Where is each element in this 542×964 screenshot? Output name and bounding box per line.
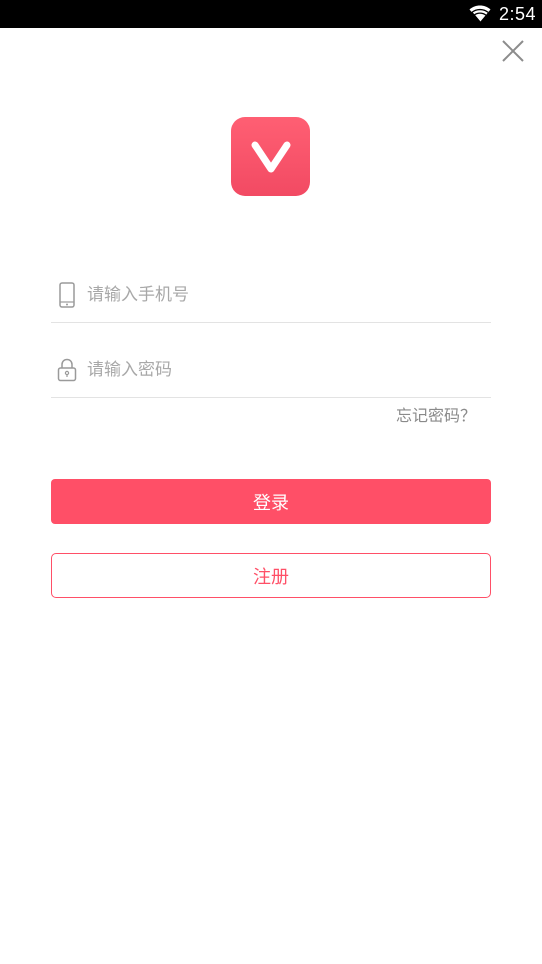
status-bar: 2:54 [0, 0, 542, 28]
forgot-password-link[interactable]: 忘记密码？ [396, 405, 476, 427]
login-button[interactable]: 登录 [51, 479, 491, 524]
logo-v-icon [251, 141, 290, 172]
app-logo [231, 117, 310, 196]
login-screen: 2:54 请输入手机号 忘记密码？ 登录 注册 [0, 0, 542, 964]
close-icon [500, 38, 526, 64]
register-button[interactable]: 注册 [51, 553, 491, 598]
status-time: 2:54 [498, 3, 536, 24]
password-field-row [51, 343, 491, 398]
close-button[interactable] [500, 38, 526, 64]
phone-field-row [51, 268, 491, 323]
wifi-icon [469, 5, 491, 23]
phone-icon [53, 281, 81, 309]
password-input[interactable] [87, 350, 491, 390]
phone-input[interactable] [87, 275, 491, 315]
lock-icon [53, 356, 81, 384]
status-bar-right: 2:54 [469, 0, 536, 28]
